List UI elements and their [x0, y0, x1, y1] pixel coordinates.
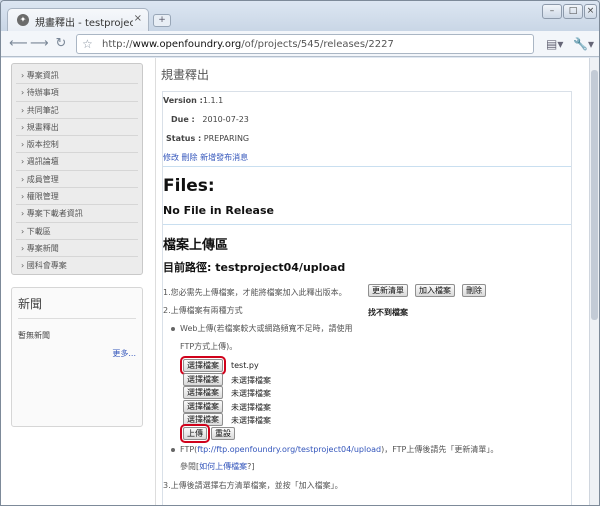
bullet-icon	[171, 448, 175, 452]
browser-window: ✦ 規畫釋出 - testproject04... × + – □ × ⟵ ⟶ …	[0, 0, 600, 506]
no-file-text: No File in Release	[163, 204, 274, 217]
upload-title: 檔案上傳區	[163, 238, 229, 253]
news-box: 新聞 暫無新聞 更多...	[11, 287, 143, 427]
wrench-icon[interactable]: 🔧▾	[573, 37, 594, 51]
help-text: 參閱[如何上傳檔案?]	[180, 462, 255, 471]
sidebar-item[interactable]: › 規畫釋出	[16, 119, 138, 137]
page-menu-icon[interactable]: ▤▾	[546, 37, 563, 51]
close-tab-icon[interactable]: ×	[134, 13, 142, 24]
selected-file-name: 未選擇檔案	[231, 416, 271, 425]
selected-file-name: 未選擇檔案	[231, 375, 271, 385]
forward-icon[interactable]: ⟶	[30, 36, 49, 52]
step2-text: 2.上傳檔案有兩種方式	[163, 306, 243, 315]
step1-text: 1.您必需先上傳檔案，才能將檔案加入此釋出版本。	[163, 288, 347, 297]
news-more-link[interactable]: 更多...	[112, 348, 136, 359]
how-to-upload-link[interactable]: 如何上傳檔案	[199, 462, 247, 471]
reload-icon[interactable]: ↻	[52, 36, 70, 52]
choose-file-button[interactable]: 選擇檔案	[180, 356, 226, 375]
refresh-list-button[interactable]: 更新清單	[368, 284, 408, 297]
address-bar[interactable]: ☆ http://www.openfoundry.org/of/projects…	[76, 34, 534, 54]
sidebar-item[interactable]: › 權限管理	[16, 188, 138, 206]
status-label: Status :	[166, 134, 202, 143]
minimize-button[interactable]: –	[542, 4, 562, 19]
web-page: › 專案資訊 › 待辦事項 › 共同筆記 › 規畫釋出 › 版本控制 › 週訊論壇 › 成員…	[1, 58, 589, 505]
upload-button[interactable]: 上傳	[180, 424, 210, 443]
divider	[163, 166, 571, 167]
sidebar-item[interactable]: › 專案資訊	[16, 67, 138, 85]
ftp-link[interactable]: ftp://ftp.openfoundry.org/testproject04/…	[197, 445, 381, 454]
file-not-found-text: 找不到檔案	[368, 308, 408, 317]
page-scrollbar[interactable]	[589, 58, 599, 505]
bullet-icon	[171, 327, 175, 331]
back-icon[interactable]: ⟵	[9, 36, 28, 52]
due-value: 2010-07-23	[202, 115, 249, 124]
browser-tab[interactable]: ✦ 規畫釋出 - testproject04... ×	[7, 8, 149, 31]
status-value: PREPARING	[203, 134, 250, 143]
current-path: 目前路徑: testproject04/upload	[163, 261, 346, 274]
sidebar-item[interactable]: › 國科會專案	[16, 257, 138, 274]
selected-file-name: 未選擇檔案	[231, 402, 271, 412]
divider	[163, 224, 571, 225]
web-upload-text: Web上傳(若檔案較大或網路頻寬不足時，請使用	[180, 324, 353, 333]
sidebar-item[interactable]: › 專案新聞	[16, 240, 138, 258]
sidebar-item[interactable]: › 專案下載者資訊	[16, 205, 138, 223]
star-icon[interactable]: ☆	[82, 37, 93, 51]
choose-file-button[interactable]: 選擇檔案	[183, 399, 223, 413]
maximize-button[interactable]: □	[563, 4, 583, 19]
selected-file-name: 未選擇檔案	[231, 389, 271, 398]
choose-file-button[interactable]: 選擇檔案	[183, 386, 223, 399]
sidebar-item[interactable]: › 版本控制	[16, 136, 138, 154]
divider	[18, 318, 136, 319]
sidebar-item[interactable]: › 待辦事項	[16, 84, 138, 102]
sidebar-item[interactable]: › 成員管理	[16, 171, 138, 189]
ftp-text: FTP(ftp://ftp.openfoundry.org/testprojec…	[180, 445, 499, 454]
sidebar-item[interactable]: › 週訊論壇	[16, 153, 138, 171]
delete-button[interactable]: 刪除	[462, 284, 486, 297]
scrollbar-thumb[interactable]	[591, 70, 598, 320]
new-tab-button[interactable]: +	[153, 14, 171, 27]
add-file-button[interactable]: 加入檔案	[415, 284, 455, 297]
choose-file-button[interactable]: 選擇檔案	[183, 413, 223, 426]
due-label: Due :	[171, 115, 195, 124]
news-title: 新聞	[18, 297, 43, 311]
close-window-button[interactable]: ×	[584, 4, 597, 19]
sidebar-item[interactable]: › 下載區	[16, 223, 138, 240]
project-sidebar: › 專案資訊 › 待辦事項 › 共同筆記 › 規畫釋出 › 版本控制 › 週訊論壇 › 成員…	[11, 63, 143, 275]
release-box: Version :1.1.1 Due : 2010-07-23 Status :…	[162, 91, 572, 505]
tab-title: 規畫釋出 - testproject04...	[35, 18, 133, 29]
files-title: Files:	[163, 176, 215, 196]
step3-text: 3.上傳後請選擇右方清單檔案，並按「加入檔案」。	[163, 481, 343, 490]
tab-strip: ✦ 規畫釋出 - testproject04... × + – □ ×	[1, 1, 599, 31]
sidebar-item[interactable]: › 共同筆記	[16, 102, 138, 119]
web-upload-text-2: FTP方式上傳)。	[180, 342, 238, 351]
selected-file-name: test.py	[231, 361, 259, 370]
browser-toolbar: ⟵ ⟶ ↻ ☆ http://www.openfoundry.org/of/pr…	[1, 31, 599, 57]
version-value: 1.1.1	[202, 96, 224, 105]
main-content: 規畫釋出 Version :1.1.1 Due : 2010-07-23 Sta…	[155, 58, 579, 505]
choose-file-button[interactable]: 選擇檔案	[183, 372, 223, 386]
version-label: Version :	[163, 96, 203, 105]
release-actions-links[interactable]: 修改 刪除 新增發布消息	[163, 152, 248, 163]
page-title: 規畫釋出	[161, 68, 210, 82]
news-empty: 暫無新聞	[18, 331, 50, 340]
url-text: http://www.openfoundry.org/of/projects/5…	[102, 39, 394, 50]
site-favicon-icon: ✦	[17, 14, 29, 26]
reset-button[interactable]: 重設	[211, 427, 235, 440]
